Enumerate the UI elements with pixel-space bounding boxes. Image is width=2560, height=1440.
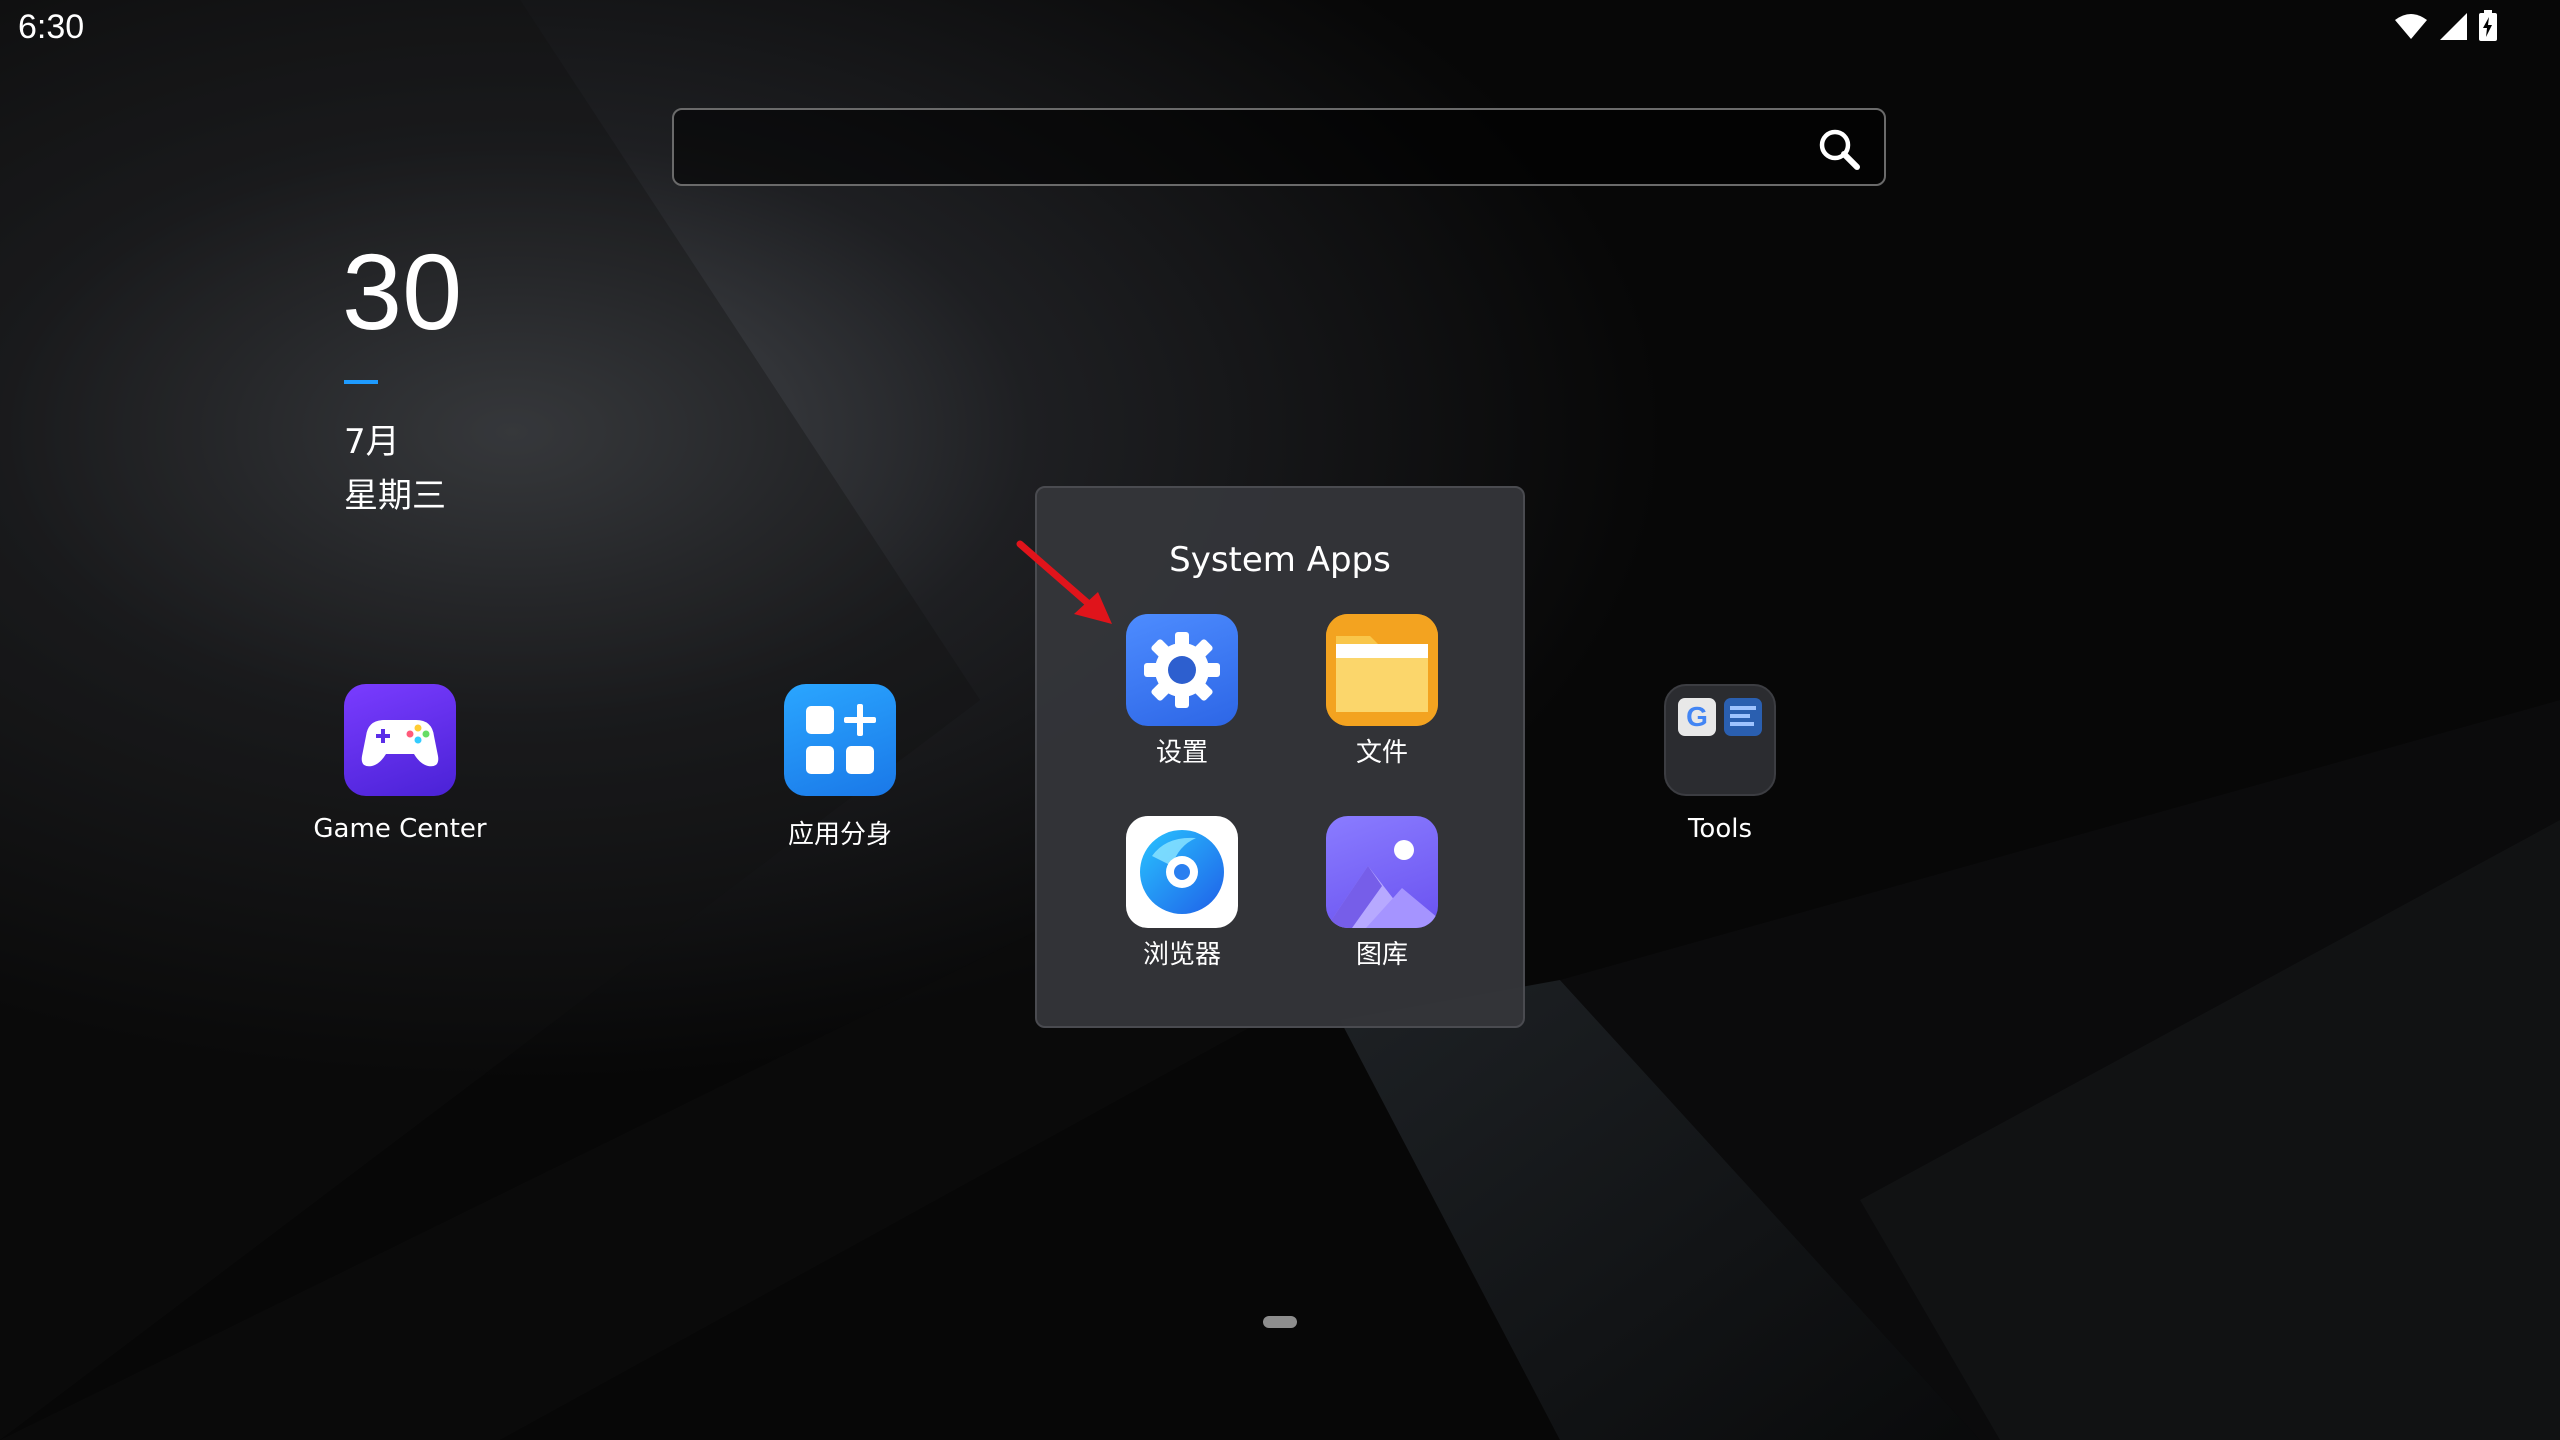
cellular-signal-icon (2440, 13, 2467, 40)
folder-icon[interactable]: G (1664, 684, 1776, 796)
folder-tools[interactable]: G Tools (1620, 684, 1820, 844)
battery-charging-icon (2479, 10, 2497, 41)
app-label: 文件 (1355, 738, 1408, 768)
app-clone[interactable]: 应用分身 (740, 684, 940, 851)
date-weekday: 星期三 (344, 476, 446, 516)
date-accent-line (344, 380, 378, 384)
wifi-icon (2395, 14, 2427, 39)
gallery-icon[interactable] (1326, 816, 1438, 928)
browser-icon[interactable] (1126, 816, 1238, 928)
game-controller-icon[interactable] (344, 684, 456, 796)
app-label: Game Center (313, 814, 487, 844)
search-input[interactable] (698, 110, 1782, 186)
app-label: 应用分身 (787, 820, 892, 850)
app-label: 图库 (1355, 940, 1408, 970)
annotation-arrow-icon (1016, 540, 1112, 624)
page-indicator[interactable] (1263, 1316, 1297, 1328)
svg-text:G: G (1686, 701, 1708, 732)
app-label: 设置 (1155, 738, 1208, 768)
folder-app-browser[interactable]: 浏览器 (1102, 816, 1262, 971)
date-day: 30 (342, 231, 463, 352)
app-label: Tools (1687, 814, 1753, 844)
date-month: 7月 (344, 422, 400, 462)
search-bar[interactable] (672, 108, 1886, 186)
settings-gear-icon[interactable] (1126, 614, 1238, 726)
file-folder-icon[interactable] (1326, 614, 1438, 726)
search-icon[interactable] (1816, 126, 1862, 172)
app-game-center[interactable]: Game Center (300, 684, 500, 844)
folder-app-files[interactable]: 文件 (1302, 614, 1462, 769)
app-clone-icon[interactable] (784, 684, 896, 796)
status-time: 6:30 (18, 8, 85, 46)
app-label: 浏览器 (1142, 940, 1221, 970)
folder-app-gallery[interactable]: 图库 (1302, 816, 1462, 971)
folder-app-settings[interactable]: 设置 (1102, 614, 1262, 769)
status-icons (2394, 10, 2498, 42)
